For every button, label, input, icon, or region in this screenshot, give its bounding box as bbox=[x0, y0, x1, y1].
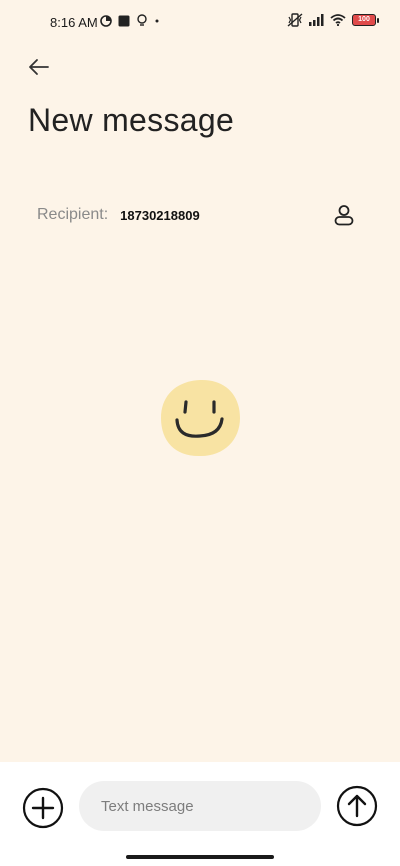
home-indicator[interactable] bbox=[126, 855, 274, 859]
back-button[interactable] bbox=[24, 52, 54, 82]
page-title: New message bbox=[28, 102, 235, 138]
smiley-face-icon bbox=[158, 378, 242, 458]
recipient-label: Recipient: bbox=[37, 206, 109, 223]
message-input[interactable] bbox=[79, 781, 321, 831]
status-bar: 8:16 AM 100 bbox=[0, 0, 400, 44]
recipient-row[interactable]: Recipient: 18730218809 bbox=[37, 200, 367, 230]
square-notification-icon bbox=[118, 15, 130, 26]
status-time: 8:16 AM bbox=[50, 15, 98, 30]
attach-button[interactable] bbox=[22, 787, 64, 829]
send-button[interactable] bbox=[336, 785, 378, 827]
wifi-icon bbox=[330, 14, 346, 26]
arrow-left-icon bbox=[29, 59, 49, 75]
person-icon bbox=[334, 205, 354, 226]
status-icons-left bbox=[100, 14, 160, 27]
data-saver-icon bbox=[100, 14, 112, 27]
status-icons-right: 100 bbox=[287, 13, 379, 27]
signal-icon bbox=[309, 14, 324, 26]
battery-icon: 100 bbox=[352, 14, 379, 26]
bulb-icon bbox=[137, 14, 147, 26]
vibrate-icon bbox=[287, 13, 303, 27]
contact-picker-button[interactable] bbox=[330, 201, 358, 229]
dot-icon bbox=[155, 19, 159, 22]
recipient-value[interactable]: 18730218809 bbox=[120, 208, 200, 223]
arrow-up-circle-icon bbox=[336, 785, 378, 827]
plus-circle-icon bbox=[22, 787, 64, 829]
